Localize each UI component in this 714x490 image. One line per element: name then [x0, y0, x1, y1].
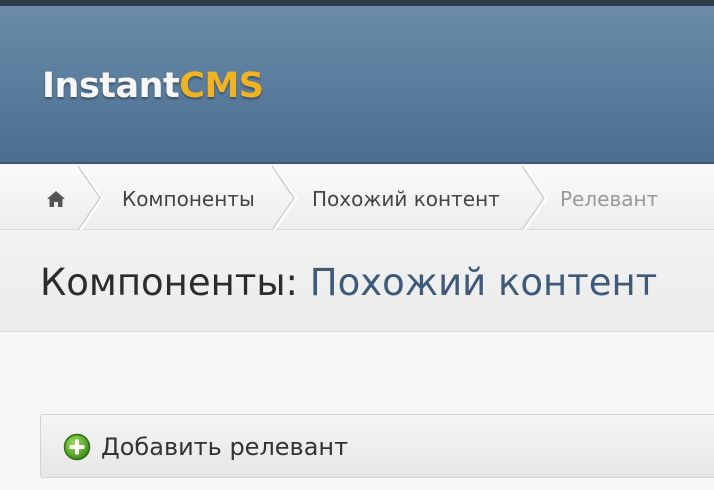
home-icon [47, 191, 65, 207]
breadcrumb-item-components[interactable]: Компоненты [122, 184, 255, 214]
breadcrumb-home[interactable] [38, 184, 74, 214]
breadcrumb-separator [272, 166, 298, 230]
breadcrumb: Компоненты Похожий контент Релевант [0, 166, 714, 230]
breadcrumb-item-relevant: Релевант [560, 187, 659, 211]
page-title-main: Компоненты: [40, 261, 299, 304]
page-title-sub: Похожий контент [309, 261, 658, 304]
actions-toolbar: Добавить релевант [40, 414, 714, 478]
page-title-area: Компоненты: Похожий контент [0, 230, 714, 332]
breadcrumb-separator [78, 166, 104, 230]
breadcrumb-item-similar-content[interactable]: Похожий контент [312, 184, 500, 214]
instantcms-logo[interactable]: InstantCMS [42, 66, 264, 106]
site-header: InstantCMS [0, 6, 714, 164]
add-relevant-label: Добавить релевант [101, 433, 349, 461]
add-relevant-button[interactable]: Добавить релевант [63, 431, 348, 463]
logo-text-instant: Instant [42, 66, 180, 106]
plus-circle-icon [63, 433, 91, 461]
page-title: Компоненты: Похожий контент [40, 260, 657, 306]
logo-text-cms: CMS [179, 66, 264, 106]
breadcrumb-separator [522, 166, 548, 230]
